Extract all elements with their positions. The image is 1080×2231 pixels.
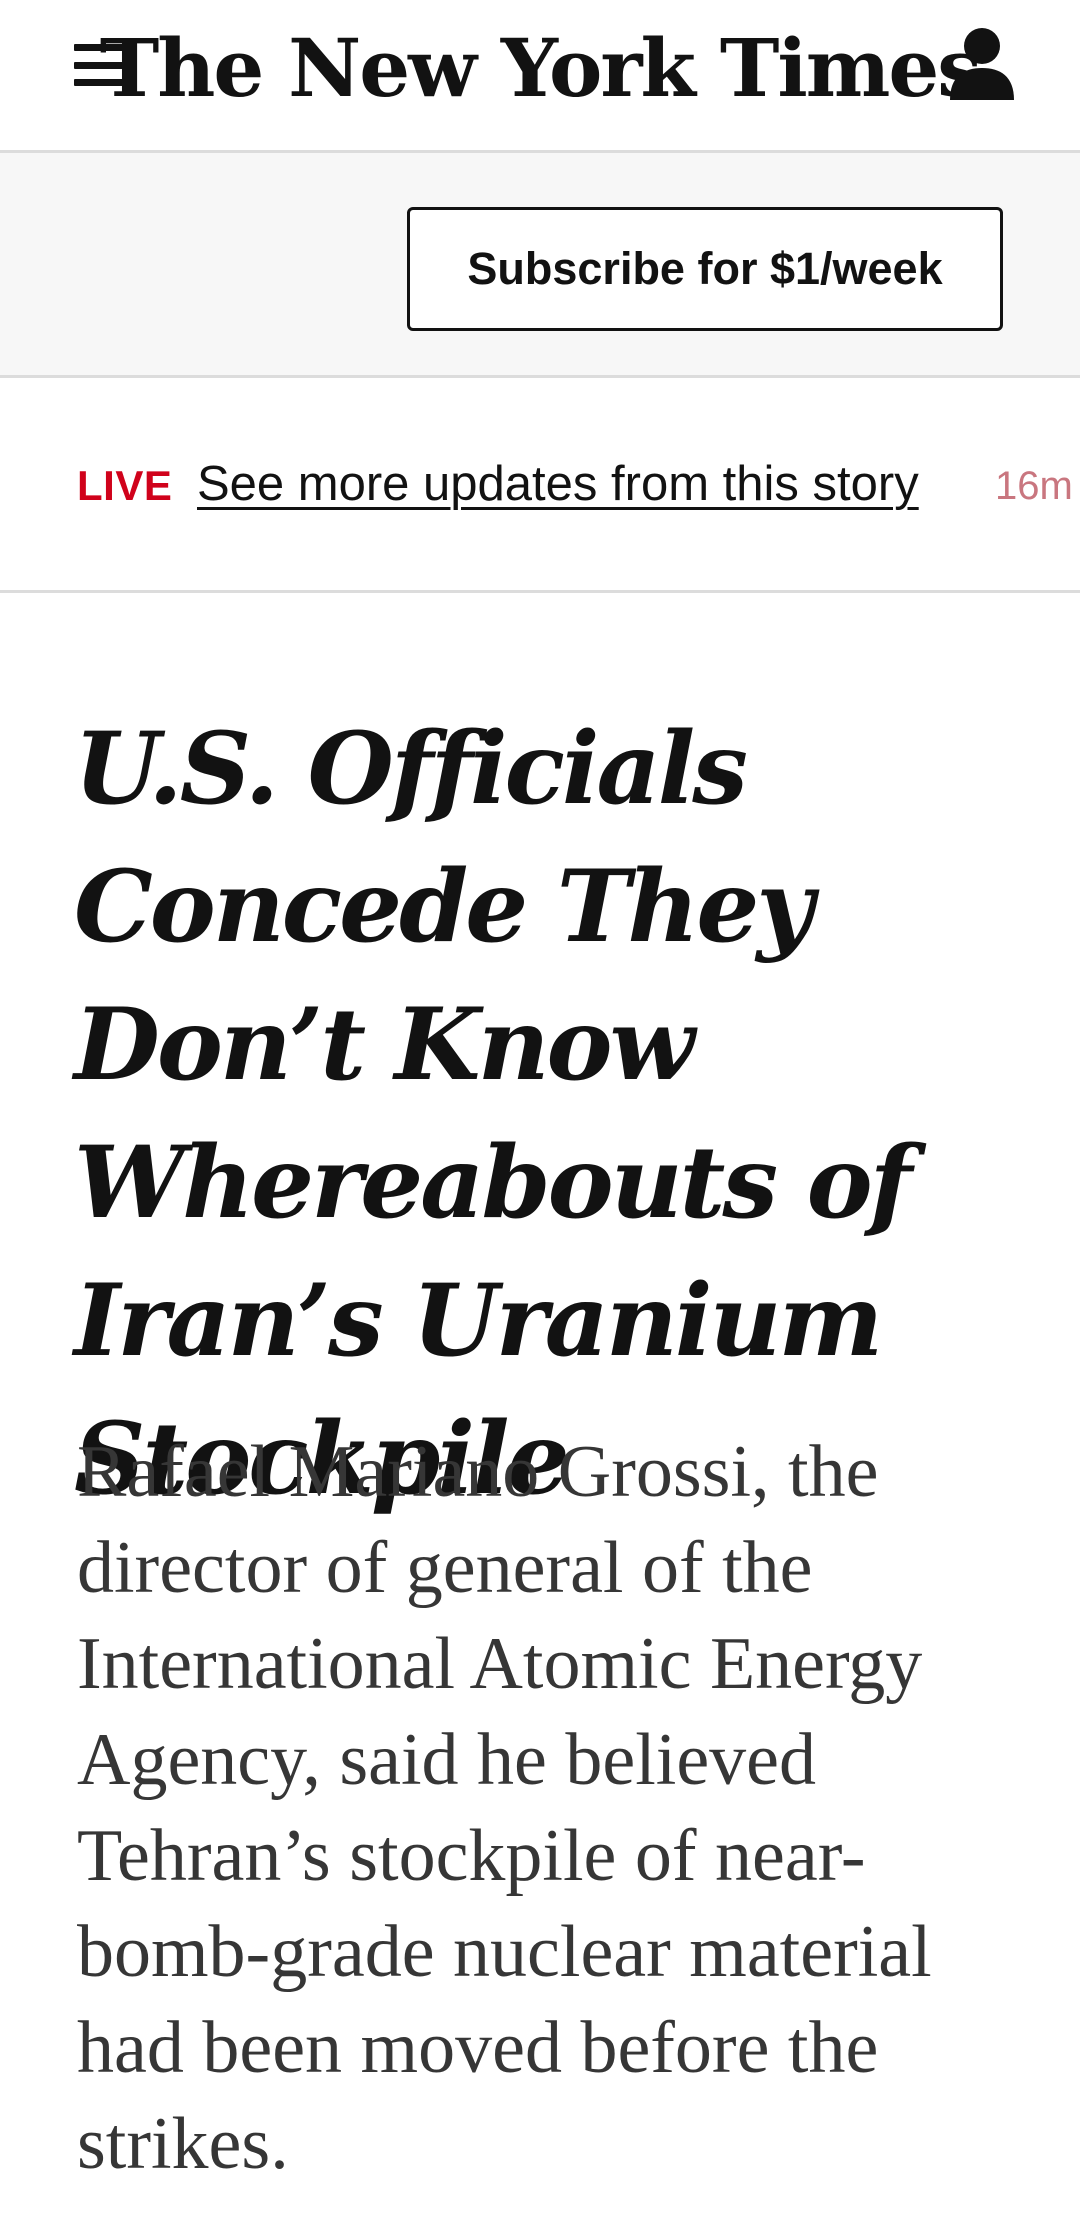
update-timestamp: 16m <box>995 464 1073 508</box>
nyt-logo[interactable]: The New York Times <box>100 8 983 128</box>
top-navigation-bar: The New York Times <box>0 0 1080 153</box>
subscribe-banner: Subscribe for $1/week <box>0 153 1080 378</box>
subscribe-button[interactable]: Subscribe for $1/week <box>407 207 1003 331</box>
user-account-icon[interactable] <box>946 24 1018 104</box>
live-badge: LIVE <box>77 462 173 509</box>
see-more-updates-link[interactable]: See more updates from this story <box>197 456 919 512</box>
article-summary: Rafael Mariano Grossi, the director of g… <box>77 1431 932 2185</box>
person-silhouette-icon <box>950 28 1014 100</box>
article-headline: U.S. Officials Concede They Don’t Know W… <box>74 711 912 1517</box>
live-updates-bar: LIVE See more updates from this story 16… <box>0 378 1080 593</box>
